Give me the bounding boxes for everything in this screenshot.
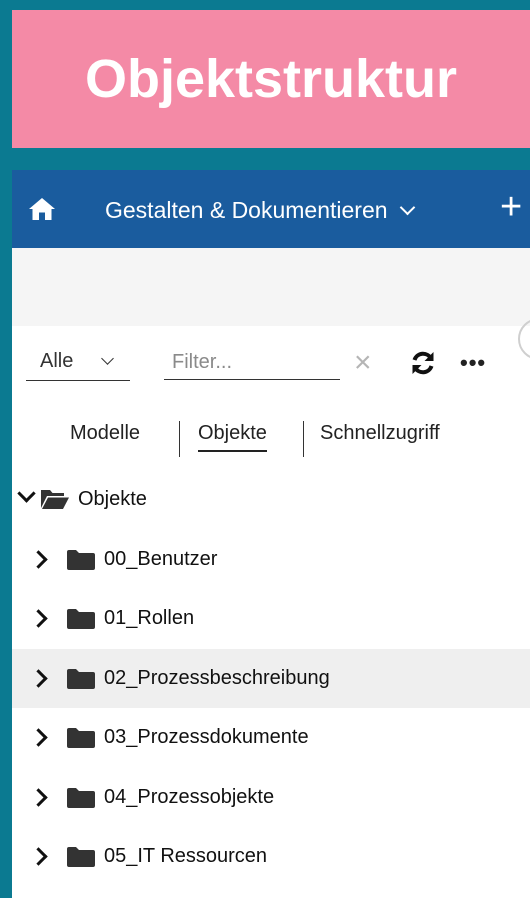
tree-item-00-benutzer[interactable]: 00_Benutzer (12, 530, 530, 590)
tab-divider (179, 421, 180, 457)
open-folder-icon (41, 490, 69, 509)
scope-select-value: Alle (40, 350, 74, 372)
home-icon[interactable] (28, 196, 56, 222)
tab-modelle[interactable]: Modelle (70, 422, 140, 445)
object-tree: Objekte 00_Benutzer 01_Rollen 02_Prozess… (12, 470, 530, 887)
app-window: Gestalten & Dokumentieren + Alle × ••• M… (12, 170, 530, 898)
view-tabs: Modelle Objekte Schnellzugriff (12, 408, 530, 470)
chevron-right-icon[interactable] (29, 788, 48, 807)
tree-item-02-prozessbeschreibung[interactable]: 02_Prozessbeschreibung (12, 648, 530, 708)
page-title-banner: Objektstruktur (12, 10, 530, 148)
tree-item-label: 03_Prozessdokumente (104, 726, 309, 749)
tree-item-label: 02_Prozessbeschreibung (104, 666, 330, 689)
chevron-down-icon (399, 199, 415, 216)
chevron-right-icon[interactable] (29, 669, 48, 688)
tab-divider (303, 421, 304, 457)
tree-item-01-rollen[interactable]: 01_Rollen (12, 589, 530, 649)
chevron-right-icon[interactable] (29, 609, 48, 628)
tab-objekte[interactable]: Objekte (198, 422, 267, 452)
folder-icon (67, 728, 95, 748)
tree-item-label: 05_IT Ressourcen (104, 845, 268, 868)
tree-root-label: Objekte (78, 488, 147, 511)
refresh-icon[interactable] (409, 349, 437, 377)
chevron-right-icon[interactable] (29, 550, 48, 569)
tree-root-row[interactable]: Objekte (12, 470, 530, 530)
folder-icon (67, 847, 95, 867)
tree-item-04-prozessobjekte[interactable]: 04_Prozessobjekte (12, 768, 530, 828)
filter-input[interactable] (164, 346, 340, 380)
tree-item-03-prozessdokumente[interactable]: 03_Prozessdokumente (12, 708, 530, 768)
secondary-bar (12, 248, 530, 326)
tree-toolbar: Alle × ••• (12, 318, 530, 408)
folder-icon (67, 668, 95, 689)
page-title: Objektstruktur (84, 49, 458, 109)
tree-item-label: 01_Rollen (104, 607, 195, 630)
chevron-right-icon[interactable] (29, 847, 48, 866)
tab-schnellzugriff[interactable]: Schnellzugriff (320, 422, 440, 445)
tree-item-label: 04_Prozessobjekte (104, 785, 275, 808)
scope-select[interactable]: Alle (26, 346, 130, 381)
top-navigation-bar: Gestalten & Dokumentieren + (12, 170, 530, 248)
workspace-menu-label: Gestalten & Dokumentieren (105, 197, 388, 223)
folder-icon (67, 787, 95, 808)
close-icon[interactable]: × (354, 346, 372, 380)
folder-icon (67, 609, 95, 629)
chevron-down-icon (101, 352, 114, 365)
chevron-down-icon[interactable] (17, 484, 36, 503)
workspace-menu[interactable]: Gestalten & Dokumentieren (105, 197, 415, 224)
plus-icon[interactable]: + (500, 188, 522, 226)
tree-item-label: 00_Benutzer (104, 547, 218, 570)
tree-item-05-it-ressourcen[interactable]: 05_IT Ressourcen (12, 827, 530, 887)
folder-icon (67, 549, 95, 570)
more-icon[interactable]: ••• (460, 350, 486, 376)
chevron-right-icon[interactable] (29, 728, 48, 747)
